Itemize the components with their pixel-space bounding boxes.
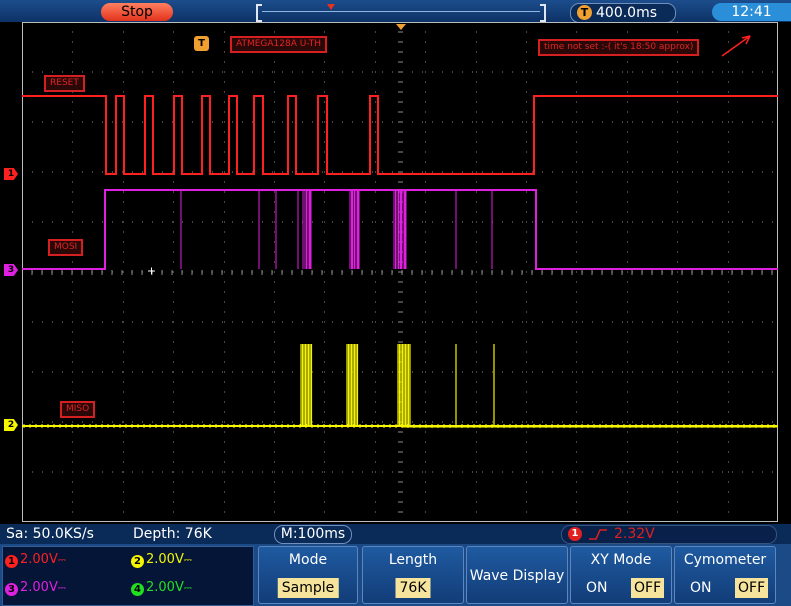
channel-4-setting[interactable]: 4 2.00V⎓ xyxy=(131,580,192,597)
length-value: 76K xyxy=(395,578,431,598)
channel-2-offset-marker[interactable]: 2 xyxy=(4,419,18,431)
dc-coupling-icon: ⎓ xyxy=(57,583,66,594)
length-title: Length xyxy=(388,552,438,568)
mosi-trace-label: MOSI xyxy=(48,239,84,256)
timeline-track xyxy=(262,11,540,12)
channel-1-setting[interactable]: 1 2.00V⎓ xyxy=(5,552,66,569)
channel-2-setting[interactable]: 2 2.00V⎓ xyxy=(131,552,192,569)
dc-coupling-icon: ⎓ xyxy=(57,555,66,566)
dc-coupling-icon: ⎓ xyxy=(183,583,192,594)
channel-2-scale: 2.00V xyxy=(146,552,184,567)
bottom-menu-panel: 1 2.00V⎓ 2 2.00V⎓ 3 2.00V⎓ 4 2.00V⎓ Mode Sam… xyxy=(0,544,791,606)
timebase-value: 400.0ms xyxy=(596,5,658,21)
timebase-indicator[interactable]: T 400.0ms xyxy=(570,3,676,23)
mosi-data-bursts xyxy=(304,190,407,269)
run-stop-button[interactable]: Stop xyxy=(101,3,173,21)
timeline-trigger-marker-icon xyxy=(327,4,335,10)
channel-3-scale: 2.00V xyxy=(20,580,58,595)
miso-trace-label: MISO xyxy=(60,401,96,418)
note-pointer-arrow xyxy=(721,35,751,57)
title-annotation: ATMEGA128A U-TH xyxy=(230,36,328,53)
reset-trace-label: RESET xyxy=(44,75,85,92)
trigger-position-icon: T xyxy=(577,5,592,20)
channel-4-scale: 2.00V xyxy=(146,580,184,595)
mode-title: Mode xyxy=(288,552,328,568)
timeline-right-bracket xyxy=(540,4,546,22)
channel-2-badge: 2 xyxy=(131,555,144,568)
cymometer-menu-button[interactable]: Cymometer ON OFF xyxy=(674,546,776,604)
memory-depth: Depth: 76K xyxy=(133,526,212,542)
clock: 12:41 xyxy=(712,3,791,21)
miso-data-bursts xyxy=(300,344,495,426)
wave-display-title: Wave Display xyxy=(469,568,565,584)
waveform-display[interactable]: T ATMEGA128A U-TH time not set :-( it's … xyxy=(22,22,778,522)
rising-edge-icon xyxy=(589,529,607,540)
mode-menu-button[interactable]: Mode Sample xyxy=(258,546,358,604)
channel-1-scale: 2.00V xyxy=(20,552,58,567)
channel-1-offset-marker[interactable]: 1 xyxy=(4,168,18,180)
channel-settings: 1 2.00V⎓ 2 2.00V⎓ 3 2.00V⎓ 4 2.00V⎓ xyxy=(2,546,254,606)
waveform-canvas xyxy=(22,22,778,522)
cursor-cross xyxy=(148,267,155,275)
channel-4-badge: 4 xyxy=(131,583,144,596)
channel-3-offset-marker[interactable]: 3 xyxy=(4,264,18,276)
cymometer-title: Cymometer xyxy=(683,552,767,568)
channel-3-setting[interactable]: 3 2.00V⎓ xyxy=(5,580,66,597)
xy-mode-title: XY Mode xyxy=(590,552,652,568)
mosi-data-glitches xyxy=(180,190,493,269)
channel-1-badge: 1 xyxy=(5,555,18,568)
xy-mode-menu-button[interactable]: XY Mode ON OFF xyxy=(570,546,672,604)
trigger-channel-badge: 1 xyxy=(568,527,582,541)
trigger-icon: T xyxy=(194,36,209,51)
trigger-time-marker-icon[interactable] xyxy=(396,24,406,30)
sample-rate: Sa: 50.0KS/s xyxy=(6,526,94,542)
cymometer-on-option[interactable]: ON xyxy=(687,578,715,598)
timeline-left-bracket xyxy=(256,4,262,22)
length-menu-button[interactable]: Length 76K xyxy=(362,546,464,604)
trigger-status[interactable]: 1 2.32V xyxy=(561,525,777,544)
trigger-level: 2.32V xyxy=(614,526,655,542)
xy-mode-on-option[interactable]: ON xyxy=(583,578,611,598)
channel-3-badge: 3 xyxy=(5,583,18,596)
dc-coupling-icon: ⎓ xyxy=(183,555,192,566)
wave-display-menu-button[interactable]: Wave Display xyxy=(466,546,568,604)
main-timebase[interactable]: M:100ms xyxy=(274,525,352,544)
xy-mode-off-option[interactable]: OFF xyxy=(631,578,665,598)
mode-value: Sample xyxy=(277,578,339,598)
cymometer-off-option[interactable]: OFF xyxy=(735,578,769,598)
status-bar: Sa: 50.0KS/s Depth: 76K M:100ms 1 2.32V xyxy=(0,524,791,544)
memory-position-bar[interactable] xyxy=(256,4,546,22)
note-annotation: time not set :-( it's 18:50 approx) xyxy=(538,39,700,56)
top-bar: Stop T 400.0ms 12:41 xyxy=(0,0,791,23)
